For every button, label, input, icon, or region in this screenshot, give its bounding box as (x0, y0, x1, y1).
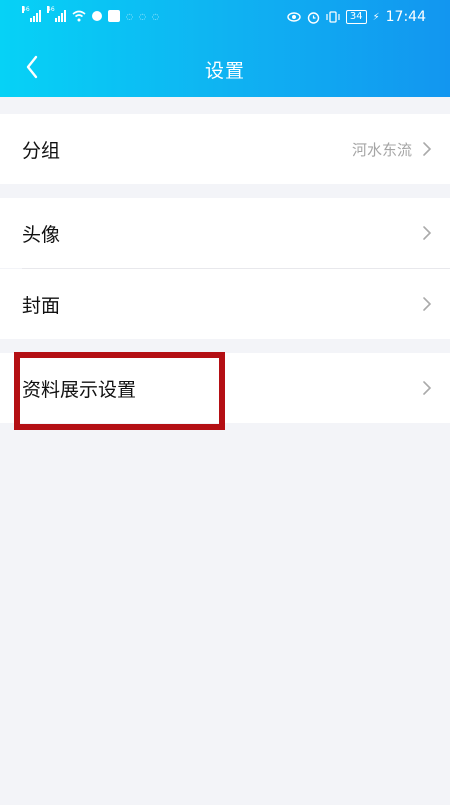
status-left: 46 46 ◌ ◌ ◌ (22, 6, 159, 22)
wifi-icon (72, 10, 86, 22)
notification-icon: ◌ (151, 11, 159, 21)
chevron-right-icon (423, 297, 432, 311)
row-label: 封面 (22, 294, 61, 317)
row-label: 分组 (22, 139, 61, 162)
alarm-icon (307, 11, 320, 24)
page-title: 设置 (204, 60, 245, 82)
notification-icon: ◌ (126, 11, 133, 21)
settings-row-avatar[interactable]: 头像 (0, 198, 450, 268)
row-label: 资料展示设置 (22, 378, 137, 401)
chevron-right-icon (423, 142, 432, 156)
settings-row-group[interactable]: 分组 河水东流 (0, 114, 450, 184)
settings-row-cover[interactable]: 封面 (0, 269, 450, 339)
eye-comfort-icon (287, 12, 301, 22)
notification-app-icon (92, 11, 102, 21)
status-time: 17:44 (385, 9, 426, 25)
signal-icon: 46 (47, 6, 66, 22)
status-bar: 46 46 ◌ ◌ ◌ 34 ⚡ 17:44 (0, 0, 450, 36)
notification-icon: ◌ (138, 11, 146, 21)
network-tag: 46 (47, 6, 55, 13)
settings-row-profile-display[interactable]: 资料展示设置 (0, 353, 450, 423)
chevron-right-icon (423, 381, 432, 395)
battery-icon: 34 (345, 10, 367, 24)
row-value: 河水东流 (351, 140, 412, 159)
network-tag: 46 (22, 6, 30, 13)
vibrate-icon (326, 11, 340, 23)
chevron-right-icon (423, 226, 432, 240)
charging-icon: ⚡ (372, 11, 380, 23)
status-right: 34 ⚡ 17:44 (287, 9, 426, 25)
app-header: 46 46 ◌ ◌ ◌ 34 ⚡ 17:44 设置 (0, 0, 450, 97)
notification-app-icon (108, 10, 120, 22)
row-label: 头像 (22, 223, 61, 246)
signal-icon: 46 (22, 6, 41, 22)
